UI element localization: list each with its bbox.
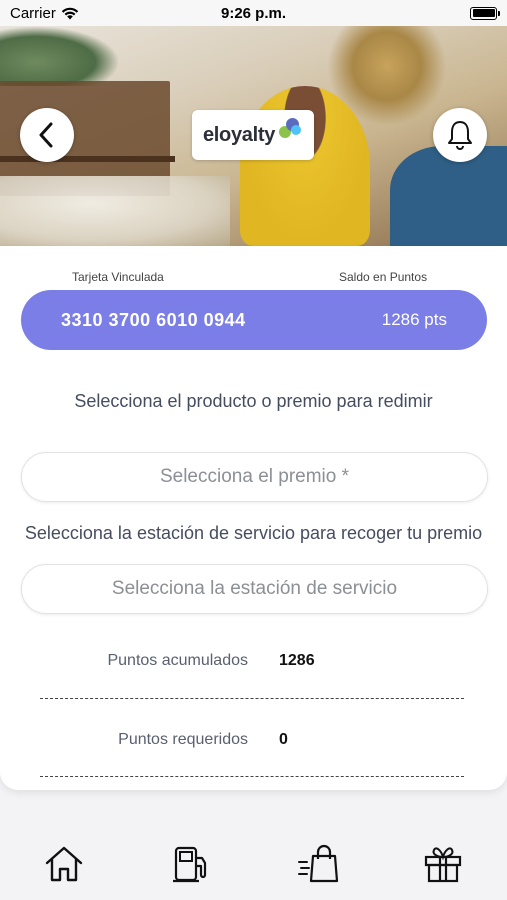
wifi-icon [61, 7, 79, 19]
bottom-nav [0, 820, 507, 900]
balance-label: Saldo en Puntos [339, 270, 428, 284]
divider [40, 698, 464, 699]
logo-dots-icon [277, 116, 303, 142]
required-points-label: Puntos requeridos [118, 731, 248, 748]
linked-card-pill: 3310 3700 6010 0944 1286 pts [21, 290, 487, 350]
divider [40, 776, 464, 777]
prize-select[interactable]: Selecciona el premio * [21, 452, 488, 502]
bell-icon [448, 121, 472, 150]
chevron-left-icon [39, 122, 53, 148]
home-icon [45, 846, 83, 882]
carrier-label: Carrier [10, 4, 56, 22]
eloyalty-logo: eloyalty [192, 110, 314, 160]
accumulated-points-label: Puntos acumulados [107, 652, 248, 669]
back-button[interactable] [20, 108, 74, 162]
linked-card-label: Tarjeta Vinculada [72, 270, 164, 284]
station-instruction: Selecciona la estación de servicio para … [24, 523, 483, 543]
status-time: 9:26 p.m. [220, 4, 287, 22]
nav-home[interactable] [42, 842, 86, 886]
product-instruction: Selecciona el producto o premio para red… [74, 391, 433, 411]
battery-icon [470, 6, 500, 20]
status-bar: Carrier 9:26 p.m. [0, 0, 507, 26]
card-number: 3310 3700 6010 0944 [61, 309, 246, 330]
nav-gifts[interactable] [421, 842, 465, 886]
points-balance: 1286 pts [381, 310, 447, 329]
gift-icon [424, 847, 462, 883]
notifications-button[interactable] [433, 108, 487, 162]
nav-fuel[interactable] [169, 842, 213, 886]
station-select[interactable]: Selecciona la estación de servicio [21, 564, 488, 614]
logo-text: eloyalty [202, 123, 276, 146]
shopping-bag-icon [298, 844, 339, 883]
redeem-card: Tarjeta Vinculada Saldo en Puntos 3310 3… [0, 246, 507, 790]
nav-shop[interactable] [297, 842, 341, 886]
fuel-pump-icon [173, 846, 207, 883]
hero-banner: eloyalty [0, 26, 507, 246]
required-points-value: 0 [279, 731, 288, 748]
accumulated-points-value: 1286 [279, 652, 315, 669]
